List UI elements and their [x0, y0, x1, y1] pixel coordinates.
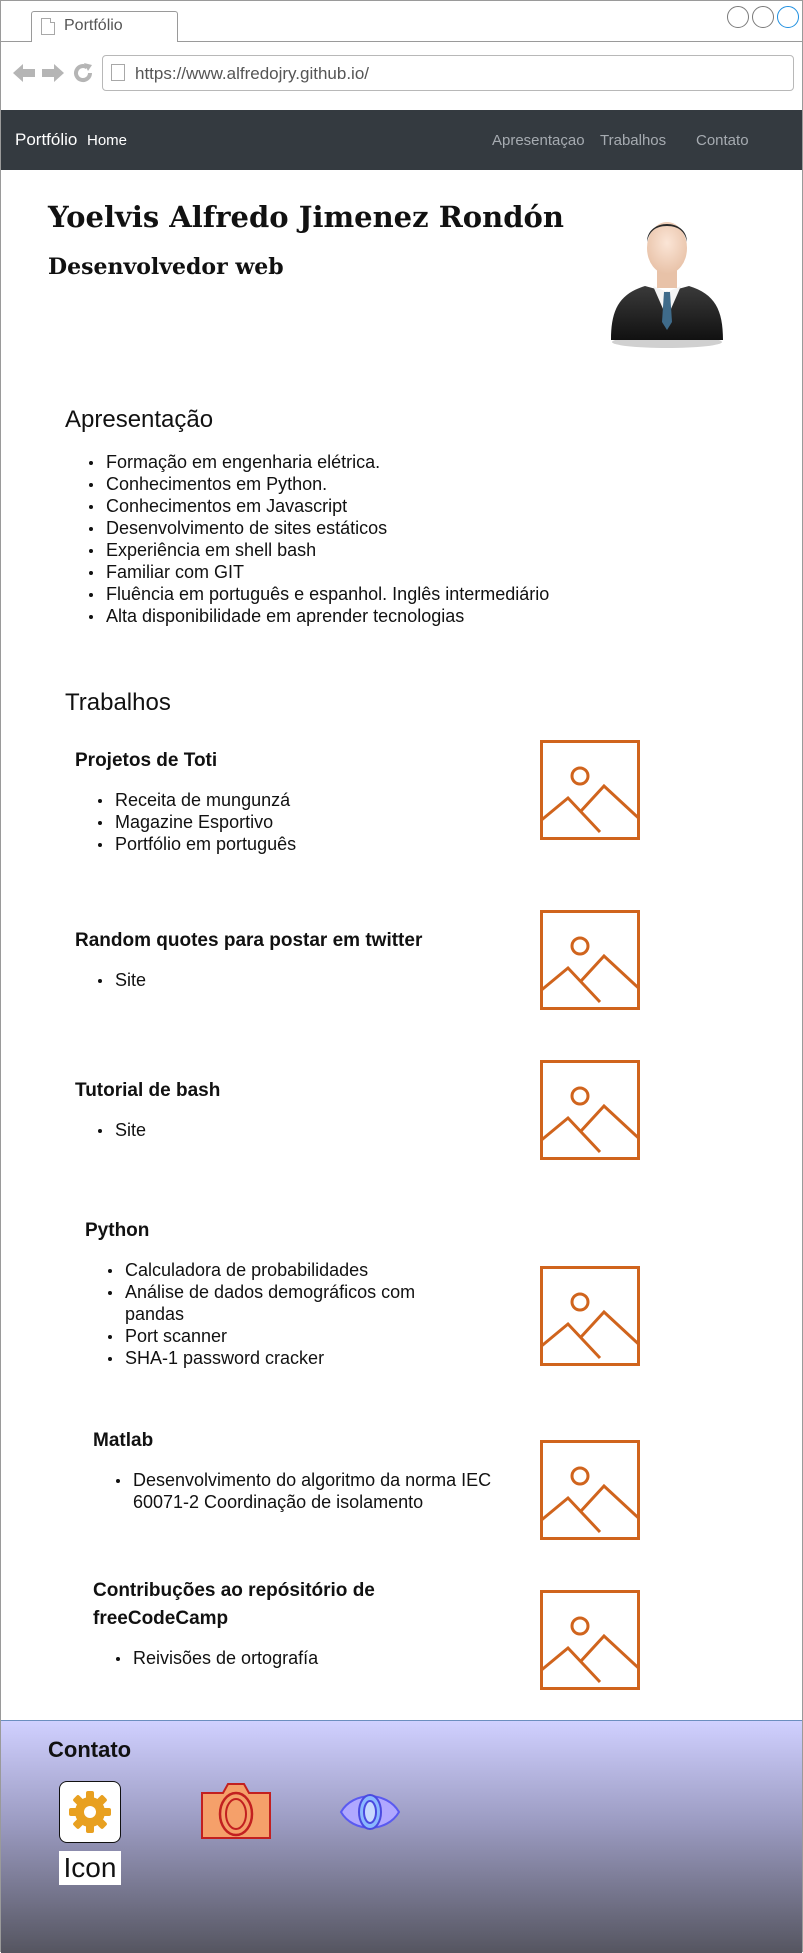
nav-link-trabalhos[interactable]: Trabalhos	[600, 132, 666, 149]
section-title-contato: Contato	[48, 1737, 132, 1762]
list-item: Reivisões de ortografía	[113, 1647, 318, 1669]
project-title: Python	[85, 1220, 150, 1241]
list-item: Experiência em shell bash	[86, 539, 549, 561]
eye-icon[interactable]	[339, 1789, 401, 1835]
list-item: Conhecimentos em Javascript	[86, 495, 549, 517]
window-minimize-button[interactable]	[727, 6, 749, 28]
list-item: Desenvolvimento de sites estáticos	[86, 517, 549, 539]
navbar-brand[interactable]: Portfólio	[15, 130, 77, 150]
image-placeholder-icon	[540, 1060, 640, 1160]
nav-link-contato[interactable]: Contato	[696, 132, 749, 149]
camera-icon[interactable]	[199, 1779, 273, 1841]
project-list: Site	[95, 1119, 146, 1141]
image-placeholder-icon	[540, 740, 640, 840]
image-placeholder-icon	[540, 1266, 640, 1366]
browser-tab-bar: Portfólio	[1, 1, 802, 42]
list-item: Portfólio em português	[95, 833, 296, 855]
nav-link-apresentacao[interactable]: Apresentaçao	[492, 132, 585, 149]
section-title-trabalhos: Trabalhos	[65, 689, 171, 716]
apresentacao-list: Formação em engenharia elétrica. Conheci…	[86, 451, 549, 627]
nav-link-home[interactable]: Home	[87, 132, 127, 149]
list-item: Calculadora de probabilidades	[105, 1259, 465, 1281]
gear-icon[interactable]	[59, 1781, 121, 1843]
image-placeholder-icon	[540, 1590, 640, 1690]
list-item: Site	[95, 1119, 146, 1141]
list-item: Alta disponibilidade em aprender tecnolo…	[86, 605, 549, 627]
page-subtitle: Desenvolvedor web	[48, 254, 284, 280]
icon-label: Icon	[59, 1851, 121, 1885]
list-item: Site	[95, 969, 146, 991]
back-arrow-icon[interactable]	[12, 62, 36, 88]
list-item: Familiar com GIT	[86, 561, 549, 583]
list-item: Magazine Esportivo	[95, 811, 296, 833]
list-item: Desenvolvimento do algoritmo da norma IE…	[113, 1469, 498, 1513]
url-input[interactable]: https://www.alfredojry.github.io/	[102, 55, 794, 91]
list-item: Port scanner	[105, 1325, 465, 1347]
contact-section: Contato Icon	[1, 1720, 802, 1953]
project-list: Receita de mungunzá Magazine Esportivo P…	[95, 789, 296, 855]
project-list: Calculadora de probabilidades Análise de…	[105, 1259, 465, 1369]
tab-title: Portfólio	[64, 17, 123, 34]
section-title-apresentacao: Apresentação	[65, 406, 214, 433]
list-item: Fluência em português e espanhol. Inglês…	[86, 583, 549, 605]
image-placeholder-icon	[540, 1440, 640, 1540]
forward-arrow-icon[interactable]	[41, 62, 65, 88]
reload-icon[interactable]	[72, 62, 94, 88]
url-text: https://www.alfredojry.github.io/	[135, 64, 370, 83]
window-close-button[interactable]	[777, 6, 799, 28]
list-item: Conhecimentos em Python.	[86, 473, 549, 495]
project-title: Matlab	[93, 1430, 154, 1451]
browser-address-bar: https://www.alfredojry.github.io/	[1, 42, 802, 109]
list-item: SHA-1 password cracker	[105, 1347, 465, 1369]
browser-tab[interactable]: Portfólio	[31, 11, 178, 42]
list-item: Formação em engenharia elétrica.	[86, 451, 549, 473]
page-icon	[111, 64, 125, 81]
project-list: Reivisões de ortografía	[113, 1647, 318, 1669]
avatar	[611, 222, 723, 348]
project-list: Desenvolvimento do algoritmo da norma IE…	[113, 1469, 498, 1513]
site-navbar: Portfólio Home Apresentaçao Trabalhos Co…	[1, 110, 802, 170]
window-maximize-button[interactable]	[752, 6, 774, 28]
project-list: Site	[95, 969, 146, 991]
page-icon	[41, 18, 55, 35]
project-title: Projetos de Toti	[75, 750, 218, 771]
project-title: Random quotes para postar em twitter	[75, 930, 423, 951]
page-title: Yoelvis Alfredo Jimenez Rondón	[48, 200, 564, 234]
list-item: Análise de dados demográficos com pandas	[105, 1281, 465, 1325]
list-item: Receita de mungunzá	[95, 789, 296, 811]
image-placeholder-icon	[540, 910, 640, 1010]
project-title: Tutorial de bash	[75, 1080, 221, 1101]
project-title: Contribuções ao repósitório de freeCodeC…	[93, 1580, 375, 1629]
